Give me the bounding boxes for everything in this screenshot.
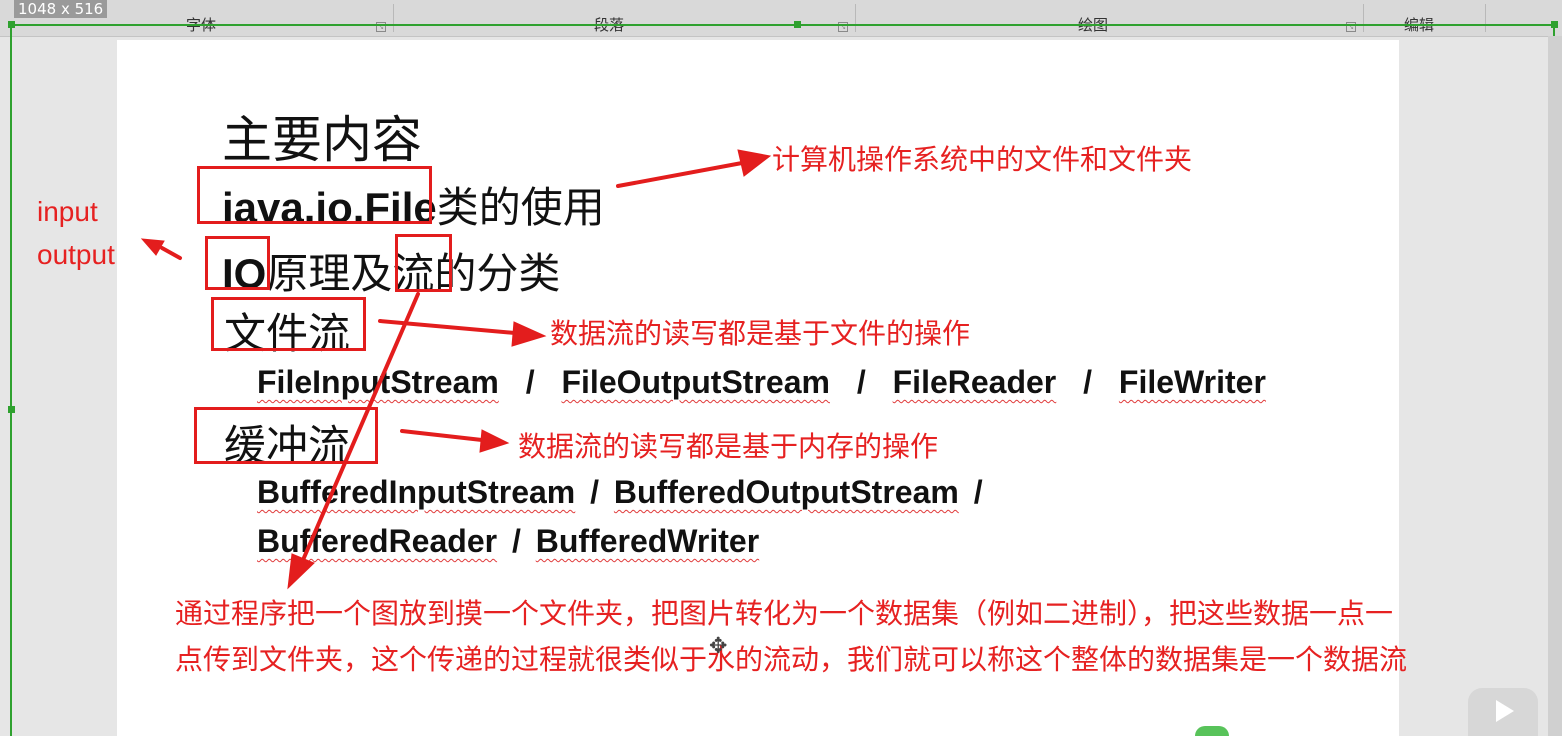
annotation-buffered-note: 数据流的读写都是基于内存的操作 — [518, 430, 939, 463]
class-bufferedinputstream: BufferedInputStream — [257, 474, 576, 510]
slash: / — [1083, 364, 1093, 400]
annotation-file-stream-note: 数据流的读写都是基于文件的操作 — [550, 317, 971, 350]
highlight-box-file-stream — [211, 297, 366, 351]
slash: / — [525, 364, 535, 400]
highlight-box-io — [205, 236, 270, 290]
highlight-box-buffered-stream — [194, 407, 378, 464]
frame-handle[interactable] — [8, 406, 15, 413]
move-cursor-icon: ✥ — [709, 634, 728, 659]
item-io-principle: IO原理及流的分类 — [222, 240, 560, 301]
ribbon-group-bar: 1048 x 516 字体 ↘ 段落 ↘ 绘图 ↘ 编辑 — [0, 0, 1562, 37]
slide-title: 主要内容 — [222, 111, 422, 169]
class-bufferedwriter: BufferedWriter — [535, 523, 760, 559]
annotation-bottom-line2: 点传到文件夹，这个传递的过程就很类似于水的流动，我们就可以称这个整体的数据集是一… — [175, 643, 1408, 676]
size-readout: 1048 x 516 — [14, 0, 108, 18]
logo-mark — [1195, 726, 1229, 736]
annotation-input: input — [37, 196, 98, 227]
item-file-class-text: 类的使用 — [436, 183, 605, 232]
ribbon-separator — [855, 4, 856, 32]
annotation-bottom-line1: 通过程序把一个图放到摸一个文件夹，把图片转化为一个数据集（例如二进制），把这些数… — [175, 597, 1394, 630]
class-fileoutputstream: FileOutputStream — [561, 364, 830, 400]
highlight-box-java-io-file — [197, 166, 432, 224]
class-bufferedoutputstream: BufferedOutputStream — [613, 474, 959, 510]
recording-frame-top — [10, 24, 1555, 26]
ribbon-separator — [393, 4, 394, 32]
slash: / — [511, 523, 521, 559]
class-filewriter: FileWriter — [1118, 364, 1266, 400]
ribbon-separator — [1363, 4, 1364, 32]
annotation-output: output — [37, 239, 115, 270]
class-filereader: FileReader — [892, 364, 1057, 400]
class-bufferedreader: BufferedReader — [257, 523, 498, 559]
frame-handle[interactable] — [8, 21, 15, 28]
io-mid-text: 原理及 — [266, 249, 393, 298]
ribbon-separator — [1485, 4, 1486, 32]
highlight-box-flow — [395, 234, 452, 292]
right-scroll-area — [1548, 36, 1562, 736]
play-icon[interactable] — [1468, 688, 1538, 736]
slash: / — [590, 474, 600, 510]
annotation-file-note: 计算机操作系统中的文件和文件夹 — [772, 143, 1193, 176]
frame-handle[interactable] — [1551, 21, 1558, 28]
class-fileinputstream: FileInputStream — [257, 364, 499, 400]
buffered-stream-classes-line1: BufferedInputStream / BufferedOutputStre… — [257, 474, 989, 511]
buffered-stream-classes-line2: BufferedReader / BufferedWriter — [257, 523, 759, 560]
frame-handle[interactable] — [794, 21, 801, 28]
slash: / — [856, 364, 866, 400]
io-rest-text: 的分类 — [434, 249, 561, 298]
recording-frame-left — [10, 24, 12, 736]
file-stream-classes: FileInputStream / FileOutputStream / Fil… — [257, 364, 1266, 401]
slash: / — [973, 474, 983, 510]
